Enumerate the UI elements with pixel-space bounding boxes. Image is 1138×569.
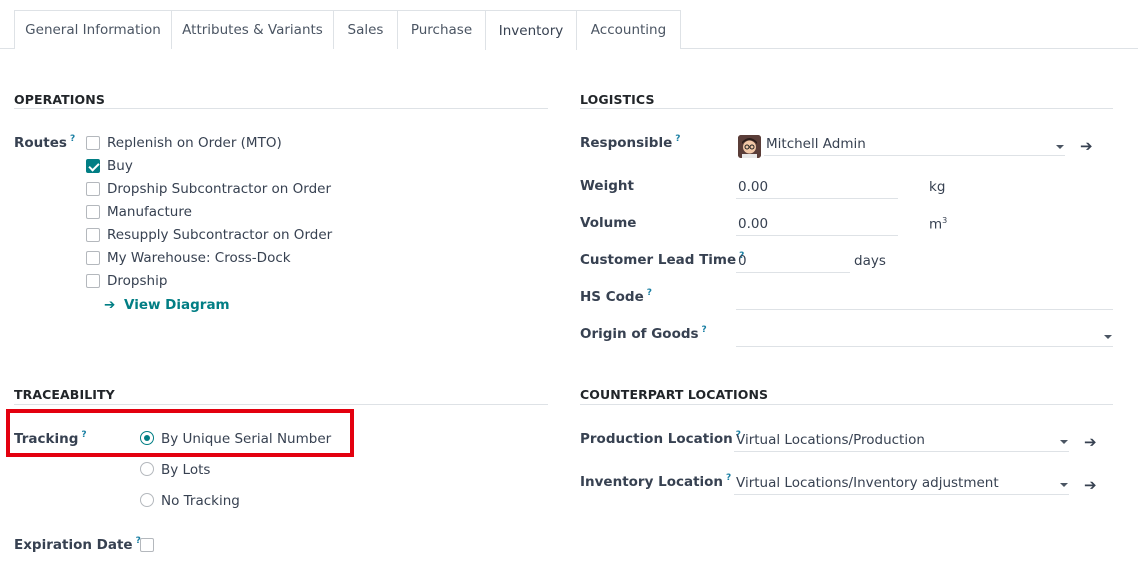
origin-of-goods-label: Origin of Goods? bbox=[580, 325, 707, 342]
expiration-date-checkbox[interactable] bbox=[140, 538, 154, 552]
tab-sales[interactable]: Sales bbox=[333, 10, 398, 49]
volume-input[interactable]: 0.00 bbox=[736, 216, 898, 236]
hs-code-label: HS Code? bbox=[580, 288, 652, 305]
responsible-label-text: Responsible bbox=[580, 135, 673, 151]
weight-input[interactable]: 0.00 bbox=[736, 179, 898, 199]
route-label-mto: Replenish on Order (MTO) bbox=[107, 135, 282, 151]
internal-link-icon[interactable]: ➔ bbox=[1080, 137, 1093, 155]
route-label-dropship-subcontractor: Dropship Subcontractor on Order bbox=[107, 181, 332, 197]
tracking-radio-none[interactable] bbox=[140, 493, 154, 507]
traceability-divider bbox=[14, 404, 548, 405]
chevron-down-icon[interactable] bbox=[1060, 440, 1068, 444]
user-avatar bbox=[738, 135, 761, 158]
tab-accounting[interactable]: Accounting bbox=[576, 10, 681, 49]
counterpart-locations-divider bbox=[580, 404, 1113, 405]
origin-of-goods-label-text: Origin of Goods bbox=[580, 326, 699, 342]
volume-unit-base: m bbox=[929, 216, 943, 233]
production-location-label-text: Production Location bbox=[580, 431, 733, 447]
customer-lead-time-label: Customer Lead Time? bbox=[580, 251, 744, 268]
view-diagram-link[interactable]: ➔ View Diagram bbox=[104, 297, 230, 313]
inventory-location-select[interactable]: Virtual Locations/Inventory adjustment bbox=[734, 475, 1069, 495]
expiration-date-label-text: Expiration Date bbox=[14, 537, 133, 553]
route-label-manufacture: Manufacture bbox=[107, 204, 192, 220]
inventory-location-label-text: Inventory Location bbox=[580, 474, 724, 490]
route-label-buy: Buy bbox=[107, 158, 133, 174]
help-icon[interactable]: ? bbox=[647, 288, 652, 298]
production-location-select[interactable]: Virtual Locations/Production bbox=[734, 432, 1069, 452]
tracking-radio-lots[interactable] bbox=[140, 462, 154, 476]
tab-purchase[interactable]: Purchase bbox=[397, 10, 486, 49]
hs-code-label-text: HS Code bbox=[580, 289, 644, 305]
responsible-label: Responsible? bbox=[580, 134, 680, 151]
tracking-option-none: No Tracking bbox=[161, 493, 240, 509]
route-checkbox-cross-dock[interactable] bbox=[86, 251, 100, 265]
volume-label: Volume bbox=[580, 215, 637, 231]
internal-link-icon[interactable]: ➔ bbox=[1084, 433, 1097, 451]
logistics-title: LOGISTICS bbox=[580, 92, 655, 107]
route-checkbox-resupply-subcontractor[interactable] bbox=[86, 228, 100, 242]
lead-time-unit: days bbox=[854, 253, 886, 269]
route-checkbox-dropship-subcontractor[interactable] bbox=[86, 182, 100, 196]
expiration-date-label: Expiration Date? bbox=[14, 536, 141, 553]
view-diagram-label: View Diagram bbox=[124, 297, 230, 313]
counterpart-locations-title: COUNTERPART LOCATIONS bbox=[580, 387, 769, 402]
hs-code-input[interactable] bbox=[736, 290, 1113, 310]
help-icon[interactable]: ? bbox=[726, 473, 731, 483]
chevron-down-icon[interactable] bbox=[1060, 483, 1068, 487]
tracking-highlight-box bbox=[6, 409, 354, 457]
chevron-down-icon[interactable] bbox=[1056, 145, 1064, 149]
route-checkbox-buy[interactable] bbox=[86, 159, 100, 173]
origin-of-goods-select[interactable] bbox=[736, 327, 1113, 347]
chevron-down-icon[interactable] bbox=[1104, 335, 1112, 339]
route-checkbox-manufacture[interactable] bbox=[86, 205, 100, 219]
weight-unit: kg bbox=[929, 179, 946, 195]
responsible-field[interactable]: Mitchell Admin bbox=[764, 136, 1065, 156]
route-label-cross-dock: My Warehouse: Cross-Dock bbox=[107, 250, 291, 266]
route-label-dropship: Dropship bbox=[107, 273, 168, 289]
traceability-title: TRACEABILITY bbox=[14, 387, 115, 402]
volume-unit-exponent: 3 bbox=[942, 216, 948, 225]
tab-inventory[interactable]: Inventory bbox=[485, 10, 577, 50]
volume-unit: m3 bbox=[929, 216, 947, 233]
help-icon[interactable]: ? bbox=[675, 134, 680, 144]
help-icon[interactable]: ? bbox=[70, 134, 75, 144]
route-label-resupply-subcontractor: Resupply Subcontractor on Order bbox=[107, 227, 333, 243]
logistics-divider bbox=[580, 108, 1113, 109]
inventory-location-label: Inventory Location? bbox=[580, 473, 731, 490]
tab-attributes-variants[interactable]: Attributes & Variants bbox=[171, 10, 334, 49]
routes-label: Routes? bbox=[14, 134, 75, 151]
routes-label-text: Routes bbox=[14, 135, 67, 151]
arrow-right-icon: ➔ bbox=[104, 297, 116, 313]
weight-label: Weight bbox=[580, 178, 634, 194]
customer-lead-time-input[interactable]: 0 bbox=[736, 253, 850, 273]
customer-lead-time-label-text: Customer Lead Time bbox=[580, 252, 737, 268]
production-location-label: Production Location? bbox=[580, 430, 741, 447]
form-tabs: General Information Attributes & Variant… bbox=[0, 0, 1138, 50]
internal-link-icon[interactable]: ➔ bbox=[1084, 476, 1097, 494]
operations-title: OPERATIONS bbox=[14, 92, 105, 107]
route-checkbox-dropship[interactable] bbox=[86, 274, 100, 288]
operations-divider bbox=[14, 108, 548, 109]
tracking-option-lots: By Lots bbox=[161, 462, 211, 478]
route-checkbox-mto[interactable] bbox=[86, 136, 100, 150]
tab-general-information[interactable]: General Information bbox=[14, 10, 172, 49]
help-icon[interactable]: ? bbox=[702, 325, 707, 335]
